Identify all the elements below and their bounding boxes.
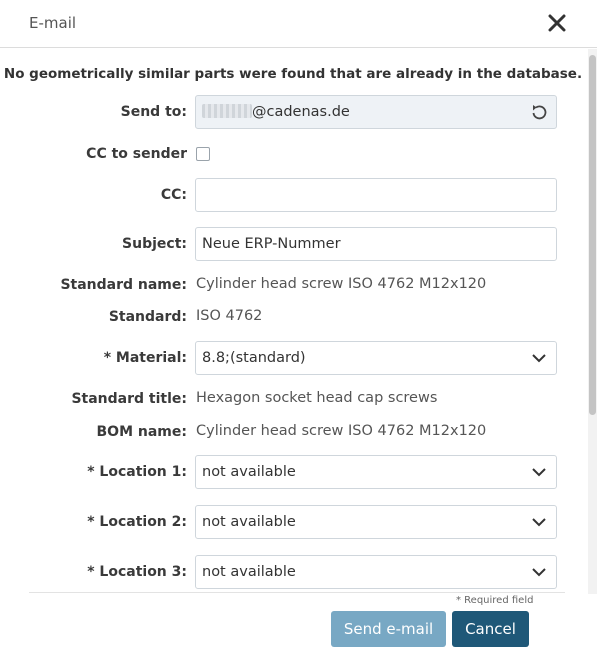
material-label: * Material: <box>103 350 187 366</box>
required-field-note: * Required field <box>456 595 534 606</box>
location-1-select[interactable]: not available <box>195 455 557 489</box>
bom-name-value: Cylinder head screw ISO 4762 M12x120 <box>196 423 487 439</box>
chevron-down-icon <box>530 513 548 531</box>
subject-label: Subject: <box>122 236 187 252</box>
location-2-select[interactable]: not available <box>195 505 557 539</box>
email-dialog: E-mail No geometrically similar parts we… <box>0 0 597 666</box>
cancel-button[interactable]: Cancel <box>452 611 529 647</box>
location-3-value: not available <box>202 564 296 580</box>
location-3-select[interactable]: not available <box>195 555 557 589</box>
send-to-label: Send to: <box>120 104 187 120</box>
scrollbar-thumb[interactable] <box>589 55 596 415</box>
location-2-value: not available <box>202 514 296 530</box>
cc-to-sender-label: CC to sender <box>86 146 187 162</box>
dialog-title: E-mail <box>29 14 77 32</box>
location-1-label: * Location 1: <box>87 464 187 480</box>
cc-to-sender-checkbox[interactable] <box>196 147 210 161</box>
blurred-username <box>202 104 252 118</box>
send-to-field[interactable]: @cadenas.de <box>195 95 557 129</box>
subject-value: Neue ERP-Nummer <box>202 236 341 252</box>
standard-title-value: Hexagon socket head cap screws <box>196 390 438 406</box>
standard-name-label: Standard name: <box>60 277 187 293</box>
send-email-button[interactable]: Send e-mail <box>331 611 446 647</box>
location-3-label: * Location 3: <box>87 564 187 580</box>
send-to-value-wrap: @cadenas.de <box>202 104 350 120</box>
notice-text: No geometrically similar parts were foun… <box>3 66 583 82</box>
form-scroll-area: No geometrically similar parts were foun… <box>0 49 588 591</box>
bom-name-label: BOM name: <box>96 424 187 440</box>
reset-icon[interactable] <box>530 103 548 121</box>
cc-input[interactable] <box>195 178 557 212</box>
location-2-label: * Location 2: <box>87 514 187 530</box>
cc-label: CC: <box>160 187 187 203</box>
send-to-value: @cadenas.de <box>252 104 350 120</box>
dialog-header: E-mail <box>0 0 597 48</box>
standard-value: ISO 4762 <box>196 308 263 324</box>
chevron-down-icon <box>530 563 548 581</box>
material-select[interactable]: 8.8;(standard) <box>195 341 557 375</box>
standard-name-value: Cylinder head screw ISO 4762 M12x120 <box>196 276 487 292</box>
location-1-value: not available <box>202 464 296 480</box>
standard-label: Standard: <box>108 309 187 325</box>
close-icon[interactable] <box>545 10 569 36</box>
footer-divider <box>29 592 565 593</box>
standard-title-label: Standard title: <box>71 391 187 407</box>
subject-input[interactable]: Neue ERP-Nummer <box>195 227 557 261</box>
chevron-down-icon <box>530 349 548 367</box>
chevron-down-icon <box>530 463 548 481</box>
material-value: 8.8;(standard) <box>202 350 306 366</box>
